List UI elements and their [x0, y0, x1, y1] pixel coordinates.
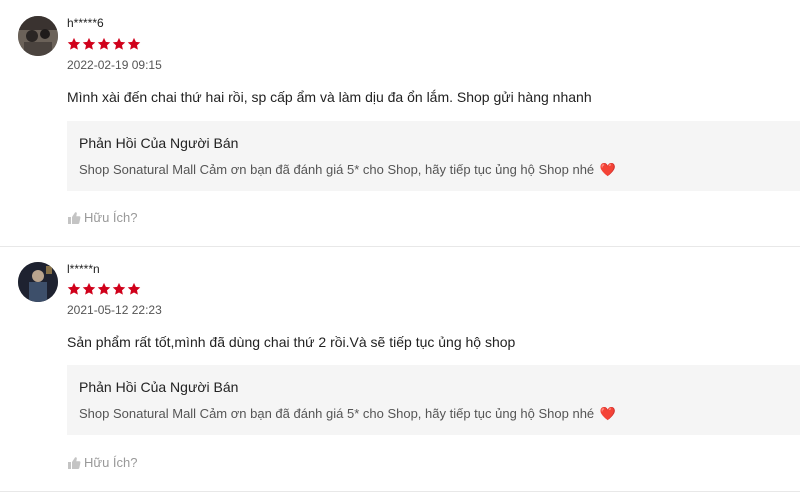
rating-stars	[67, 37, 141, 51]
star-icon	[67, 282, 81, 295]
helpful-label[interactable]: Hữu Ích?	[84, 455, 138, 470]
seller-reply-message: Shop Sonatural Mall Cảm ơn bạn đã đánh g…	[79, 162, 595, 177]
seller-reply: Phản Hồi Của Người Bán Shop Sonatural Ma…	[67, 121, 800, 191]
thumbs-up-icon	[68, 456, 81, 469]
star-icon	[97, 282, 111, 295]
review-comment: Mình xài đến chai thứ hai rồi, sp cấp ẩm…	[67, 89, 592, 105]
helpful-label[interactable]: Hữu Ích?	[84, 210, 138, 225]
heart-emoji: ❤️	[599, 162, 616, 177]
star-icon	[112, 37, 126, 50]
review-item: l*****n 2021-05-12 22:23 Sản phẩm rất tố…	[0, 247, 800, 492]
review-item: h*****6 2022-02-19 09:15 Mình xài đến ch…	[0, 0, 800, 247]
star-icon	[67, 37, 81, 50]
reviewer-username[interactable]: h*****6	[67, 16, 104, 30]
star-icon	[127, 282, 141, 295]
seller-reply-title: Phản Hồi Của Người Bán	[79, 379, 239, 395]
rating-stars	[67, 282, 141, 296]
reviewer-username[interactable]: l*****n	[67, 262, 100, 276]
avatar[interactable]	[18, 262, 58, 302]
star-icon	[82, 37, 96, 50]
thumbs-up-icon	[68, 211, 81, 224]
helpful-button[interactable]: Hữu Ích?	[67, 455, 138, 470]
seller-reply-message: Shop Sonatural Mall Cảm ơn bạn đã đánh g…	[79, 406, 595, 421]
star-icon	[112, 282, 126, 295]
avatar[interactable]	[18, 16, 58, 56]
helpful-button[interactable]: Hữu Ích?	[67, 210, 138, 225]
star-icon	[82, 282, 96, 295]
review-date: 2022-02-19 09:15	[67, 58, 162, 72]
star-icon	[97, 37, 111, 50]
seller-reply-title: Phản Hồi Của Người Bán	[79, 135, 239, 151]
review-comment: Sản phẩm rất tốt,mình đã dùng chai thứ 2…	[67, 334, 516, 350]
review-date: 2021-05-12 22:23	[67, 303, 162, 317]
star-icon	[127, 37, 141, 50]
seller-reply-text: Shop Sonatural Mall Cảm ơn bạn đã đánh g…	[79, 162, 616, 178]
heart-emoji: ❤️	[599, 406, 616, 421]
seller-reply-text: Shop Sonatural Mall Cảm ơn bạn đã đánh g…	[79, 406, 616, 422]
seller-reply: Phản Hồi Của Người Bán Shop Sonatural Ma…	[67, 365, 800, 435]
